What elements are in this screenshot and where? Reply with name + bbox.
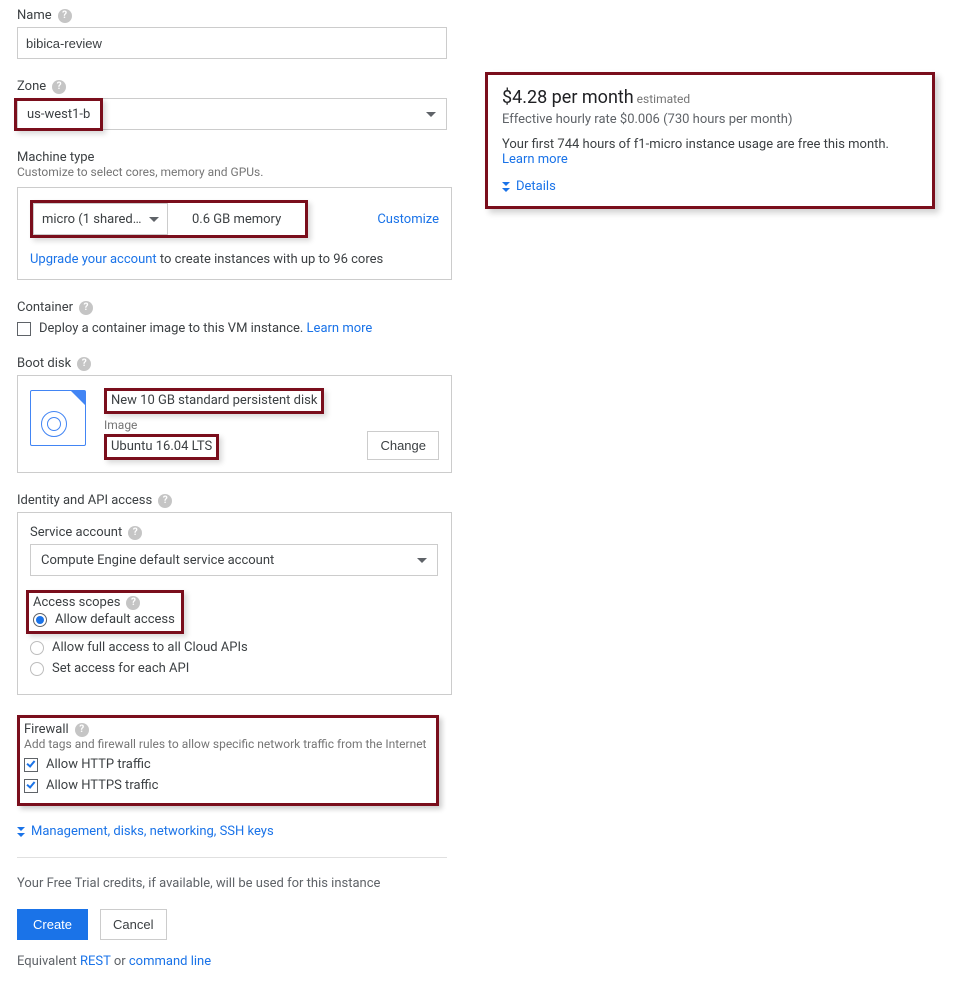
- create-button[interactable]: Create: [17, 909, 88, 940]
- name-section: Name ?: [17, 8, 960, 59]
- highlight-box: micro (1 shared… 0.6 GB memory: [30, 200, 308, 238]
- service-account-select[interactable]: Compute Engine default service account: [30, 544, 438, 576]
- service-account-value: Compute Engine default service account: [41, 553, 274, 568]
- hourly-rate: Effective hourly rate $0.006 (730 hours …: [502, 112, 918, 127]
- help-icon[interactable]: ?: [58, 9, 72, 23]
- learn-more-link[interactable]: Learn more: [502, 152, 568, 167]
- http-checkbox[interactable]: [24, 758, 38, 772]
- identity-box: Service account ? Compute Engine default…: [17, 512, 452, 695]
- help-icon[interactable]: ?: [79, 301, 93, 315]
- container-label: Container: [17, 300, 73, 315]
- container-checkbox[interactable]: [17, 322, 31, 336]
- cancel-button[interactable]: Cancel: [100, 909, 166, 940]
- service-account-label: Service account: [30, 525, 122, 540]
- identity-section: Identity and API access ? Service accoun…: [17, 493, 960, 695]
- https-label: Allow HTTPS traffic: [46, 778, 158, 793]
- divider: [17, 857, 447, 858]
- change-boot-disk-button[interactable]: Change: [367, 431, 439, 460]
- upgrade-note: Upgrade your account to create instances…: [30, 252, 439, 267]
- trial-note: Your Free Trial credits, if available, w…: [17, 876, 960, 891]
- cost-estimate-card: $4.28 per month estimated Effective hour…: [485, 72, 935, 209]
- zone-select[interactable]: us-west1-b: [17, 98, 447, 130]
- scope-each-label: Set access for each API: [52, 661, 189, 676]
- chevron-down-icon: [149, 217, 159, 222]
- help-icon[interactable]: ?: [158, 494, 172, 508]
- access-scopes-label: Access scopes: [33, 595, 120, 610]
- help-icon[interactable]: ?: [52, 80, 66, 94]
- machine-memory: 0.6 GB memory: [168, 212, 305, 227]
- boot-disk-label: Boot disk: [17, 356, 71, 371]
- name-label: Name: [17, 8, 52, 23]
- learn-more-link[interactable]: Learn more: [307, 321, 373, 336]
- rest-link[interactable]: REST: [80, 954, 111, 969]
- scope-default-label: Allow default access: [55, 612, 175, 627]
- name-input[interactable]: [17, 27, 447, 59]
- machine-type-value: micro (1 shared…: [42, 212, 141, 227]
- help-icon[interactable]: ?: [75, 723, 89, 737]
- equivalent-line: Equivalent REST or command line: [17, 954, 960, 969]
- monthly-price: $4.28 per month: [502, 87, 634, 108]
- identity-label: Identity and API access: [17, 493, 152, 508]
- boot-image-value: Ubuntu 16.04 LTS: [104, 434, 219, 460]
- help-icon[interactable]: ?: [126, 596, 140, 610]
- free-usage-note: Your first 744 hours of f1-micro instanc…: [502, 137, 918, 167]
- expand-icon: [502, 182, 510, 192]
- expand-section-link[interactable]: Management, disks, networking, SSH keys: [17, 824, 960, 839]
- boot-disk-summary: New 10 GB standard persistent disk: [104, 388, 324, 414]
- https-checkbox[interactable]: [24, 779, 38, 793]
- scope-default-radio[interactable]: [33, 613, 47, 627]
- highlight-box: us-west1-b: [14, 98, 103, 131]
- machine-type-box: micro (1 shared… 0.6 GB memory Customize…: [17, 187, 452, 280]
- estimated-label: estimated: [634, 92, 690, 106]
- details-toggle[interactable]: Details: [502, 179, 918, 194]
- container-section: Container ? Deploy a container image to …: [17, 300, 960, 336]
- scope-each-radio[interactable]: [30, 662, 44, 676]
- command-line-link[interactable]: command line: [129, 954, 211, 969]
- chevron-down-icon: [426, 112, 436, 117]
- customize-link[interactable]: Customize: [377, 212, 439, 227]
- chevron-down-icon: [417, 558, 427, 563]
- boot-disk-box: New 10 GB standard persistent disk Image…: [17, 375, 452, 473]
- machine-type-label: Machine type: [17, 150, 94, 165]
- firewall-section: Firewall ? Add tags and firewall rules t…: [17, 715, 439, 806]
- help-icon[interactable]: ?: [128, 526, 142, 540]
- expand-icon: [17, 827, 25, 837]
- highlight-box: Access scopes ? Allow default access: [26, 590, 184, 634]
- disk-icon: [30, 390, 86, 446]
- scope-full-label: Allow full access to all Cloud APIs: [52, 640, 248, 655]
- firewall-label: Firewall: [24, 722, 69, 737]
- machine-type-select[interactable]: micro (1 shared…: [33, 203, 168, 235]
- scope-full-radio[interactable]: [30, 641, 44, 655]
- firewall-sublabel: Add tags and firewall rules to allow spe…: [24, 737, 428, 751]
- zone-label: Zone: [17, 79, 46, 94]
- container-text: Deploy a container image to this VM inst…: [39, 321, 372, 336]
- help-icon[interactable]: ?: [77, 357, 91, 371]
- image-label: Image: [104, 418, 349, 432]
- zone-value: us-west1-b: [17, 101, 100, 128]
- upgrade-account-link[interactable]: Upgrade your account: [30, 252, 157, 267]
- boot-disk-section: Boot disk ? New 10 GB standard persisten…: [17, 356, 960, 473]
- http-label: Allow HTTP traffic: [46, 757, 151, 772]
